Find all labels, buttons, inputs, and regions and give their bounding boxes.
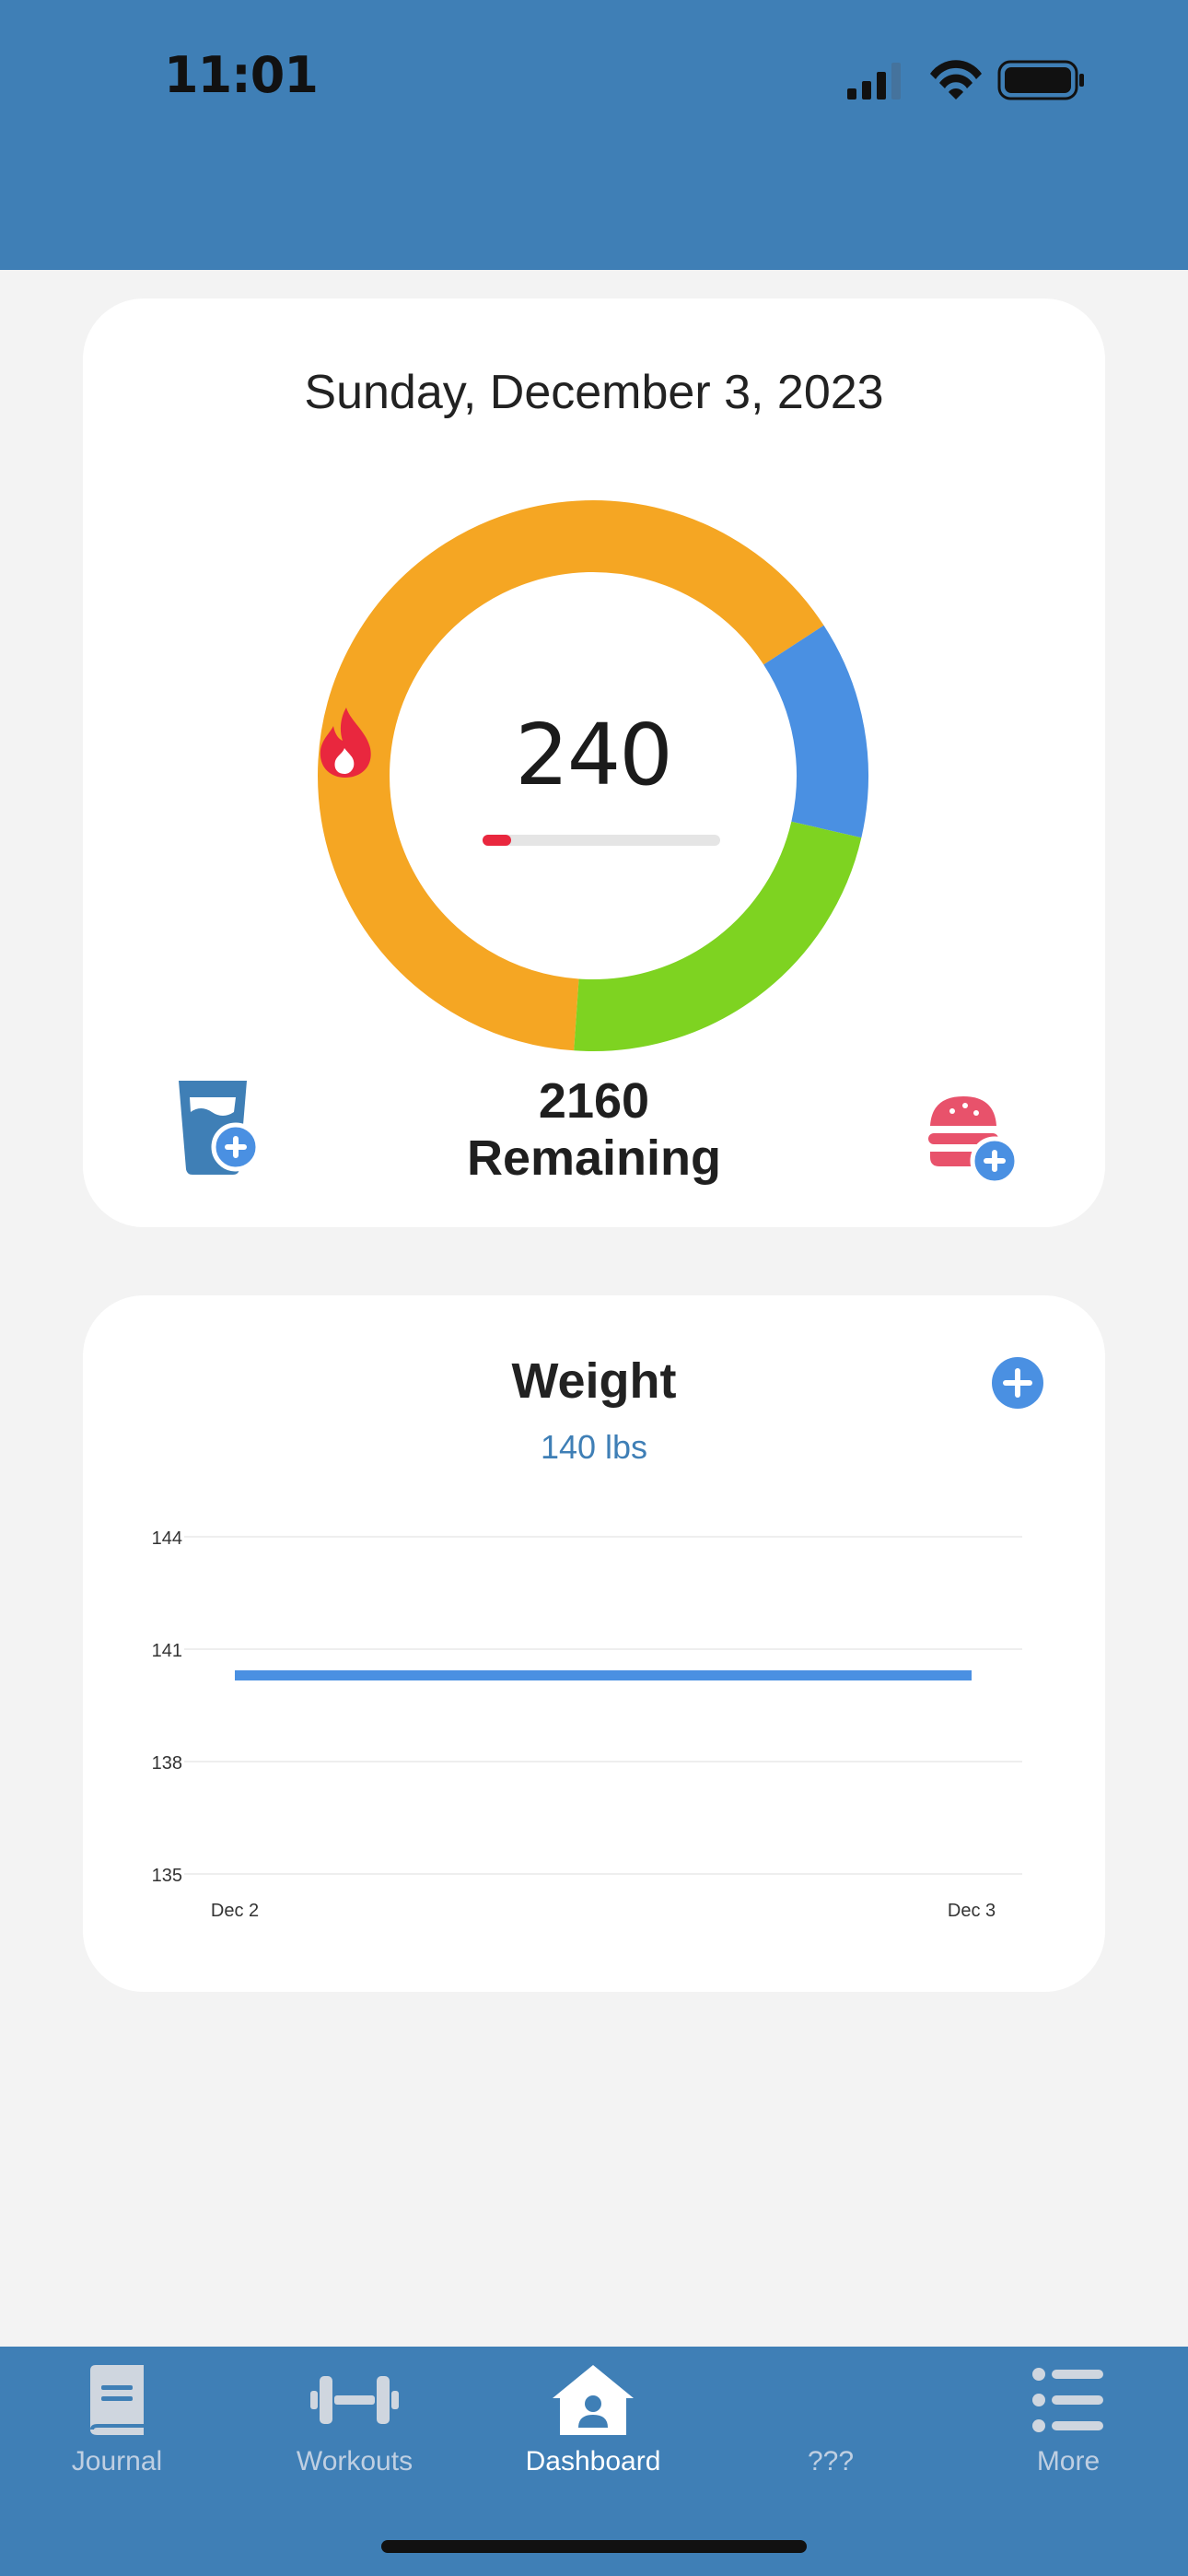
home-icon — [553, 2365, 634, 2435]
add-weight-button[interactable] — [991, 1356, 1044, 1410]
home-indicator — [381, 2540, 807, 2553]
cellular-signal-icon — [847, 63, 901, 100]
tab-unknown-label: ??? — [807, 2446, 855, 2476]
x-tick-label: Dec 3 — [948, 1901, 996, 1921]
burger-plus-icon — [928, 1096, 1019, 1186]
tab-dashboard[interactable]: Dashboard — [492, 2363, 694, 2492]
weight-title: Weight — [511, 1353, 677, 1409]
top-header: 11:01 — [0, 0, 1188, 270]
calorie-summary-card: Sunday, December 3, 2023 240 2160 Remain… — [83, 299, 1105, 1227]
book-icon — [90, 2365, 144, 2435]
current-weight-value: 140 lbs — [540, 1428, 648, 1466]
list-icon — [1032, 2368, 1103, 2432]
weight-card: 144 141 138 135 Dec 2 Dec 3 Weight 140 lbs — [83, 1295, 1105, 1992]
dumbbell-icon — [310, 2376, 399, 2424]
battery-icon — [997, 60, 1084, 100]
tab-unknown[interactable]: ??? — [729, 2363, 932, 2492]
tab-more[interactable]: More — [967, 2363, 1170, 2492]
wifi-icon — [930, 60, 982, 100]
tab-workouts-label: Workouts — [296, 2446, 413, 2476]
ring-segment-green — [574, 821, 862, 1051]
y-tick-label: 138 — [152, 1753, 182, 1774]
plus-circle-icon — [992, 1357, 1043, 1409]
status-icons — [847, 60, 1084, 100]
y-tick-label: 141 — [152, 1641, 182, 1661]
tab-more-label: More — [1036, 2446, 1101, 2476]
tab-journal[interactable]: Journal — [16, 2363, 218, 2492]
calories-burned-value: 240 — [515, 706, 673, 804]
y-tick-label: 135 — [152, 1866, 182, 1886]
y-tick-label: 144 — [152, 1528, 182, 1549]
tab-workouts[interactable]: Workouts — [253, 2363, 456, 2492]
x-tick-label: Dec 2 — [211, 1901, 259, 1921]
flame-icon — [320, 708, 371, 778]
burn-progress-fill — [483, 835, 511, 846]
tab-dashboard-label: Dashboard — [525, 2446, 661, 2476]
burn-progress-bar — [483, 835, 720, 846]
add-food-button[interactable] — [925, 1091, 1026, 1192]
status-time: 11:01 — [164, 46, 319, 104]
date-title: Sunday, December 3, 2023 — [304, 366, 884, 419]
tab-journal-label: Journal — [71, 2446, 163, 2476]
calories-burned-display: 240 — [317, 706, 869, 804]
calorie-ring[interactable]: 240 — [317, 499, 869, 1052]
